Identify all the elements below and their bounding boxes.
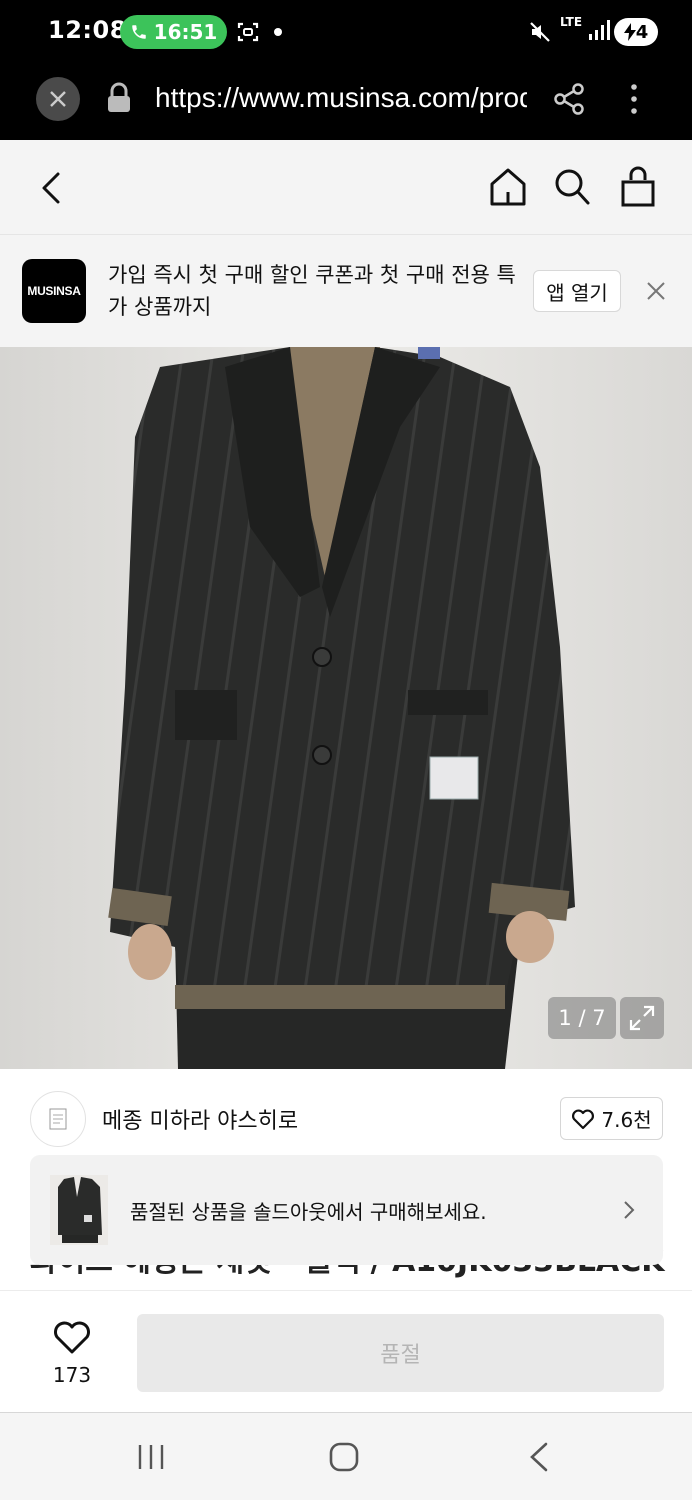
expand-icon bbox=[629, 1005, 655, 1031]
soldout-message: 품절된 상품을 솔드아웃에서 구매해보세요. bbox=[130, 1200, 487, 1224]
network-type: LTE bbox=[560, 15, 583, 29]
search-icon[interactable] bbox=[553, 167, 591, 207]
mute-icon bbox=[530, 22, 550, 42]
battery-level: 4 bbox=[635, 21, 649, 43]
promo-message: 가입 즉시 첫 구매 할인 쿠폰과 첫 구매 전용 특가 상품까지 bbox=[108, 263, 516, 319]
like-count: 7.6천 bbox=[601, 1108, 652, 1132]
charging-icon bbox=[623, 23, 636, 41]
share-icon[interactable] bbox=[552, 82, 586, 116]
back-button-icon[interactable] bbox=[528, 1441, 550, 1473]
more-menu-icon[interactable] bbox=[626, 82, 642, 116]
soldout-promo-card[interactable]: 품절된 상품을 솔드아웃에서 구매해보세요. bbox=[30, 1155, 663, 1265]
soldout-thumbnail bbox=[50, 1175, 108, 1245]
like-button[interactable]: 7.6천 bbox=[560, 1097, 663, 1140]
system-nav-bar bbox=[0, 1412, 692, 1500]
thumbnail-jacket-image bbox=[50, 1175, 108, 1245]
status-time: 12:08 bbox=[48, 16, 127, 44]
phone-icon bbox=[131, 25, 146, 39]
home-button-icon[interactable] bbox=[328, 1441, 360, 1473]
brand-logo-icon bbox=[49, 1108, 67, 1130]
soldout-button[interactable]: 품절 bbox=[137, 1314, 664, 1392]
call-indicator[interactable]: 16:51 bbox=[120, 15, 227, 49]
browser-url-bar: https://www.musinsa.com/products bbox=[0, 64, 692, 140]
wishlist-count: 173 bbox=[52, 1363, 92, 1387]
recent-apps-icon[interactable] bbox=[136, 1442, 166, 1472]
app-promo-banner: MUSINSA 가입 즉시 첫 구매 할인 쿠폰과 첫 구매 전용 특가 상품까… bbox=[0, 235, 692, 347]
status-bar: 12:08 16:51 LTE 4 bbox=[0, 0, 692, 64]
call-timer: 16:51 bbox=[153, 20, 218, 44]
notification-dot bbox=[274, 28, 282, 36]
musinsa-logo: MUSINSA bbox=[22, 259, 86, 323]
brand-logo[interactable] bbox=[30, 1091, 86, 1147]
product-photo bbox=[0, 347, 692, 1069]
brand-row: 메종 미하라 야스히로 7.6천 bbox=[0, 1069, 692, 1159]
bottom-action-bar: 173 품절 bbox=[0, 1290, 692, 1412]
back-arrow-icon[interactable] bbox=[38, 170, 66, 206]
chevron-right-icon bbox=[624, 1201, 635, 1219]
close-tab-button[interactable] bbox=[36, 77, 80, 121]
shopping-bag-icon[interactable] bbox=[620, 166, 656, 208]
home-icon[interactable] bbox=[488, 166, 528, 208]
screen-record-icon bbox=[237, 22, 259, 42]
product-image-carousel[interactable]: 1 / 7 bbox=[0, 347, 692, 1069]
wishlist-heart-icon[interactable] bbox=[52, 1319, 92, 1355]
url-field[interactable]: https://www.musinsa.com/products bbox=[155, 82, 527, 114]
expand-image-button[interactable] bbox=[620, 997, 664, 1039]
app-header bbox=[0, 140, 692, 235]
battery-indicator: 4 bbox=[614, 18, 658, 46]
lock-icon[interactable] bbox=[106, 82, 132, 114]
image-counter: 1 / 7 bbox=[548, 997, 616, 1039]
close-icon[interactable] bbox=[644, 279, 668, 303]
close-icon bbox=[50, 91, 66, 107]
open-app-button[interactable]: 앱 열기 bbox=[533, 270, 621, 312]
brand-name[interactable]: 메종 미하라 야스히로 bbox=[102, 1103, 298, 1135]
signal-icon bbox=[589, 20, 610, 40]
heart-icon bbox=[572, 1109, 595, 1129]
